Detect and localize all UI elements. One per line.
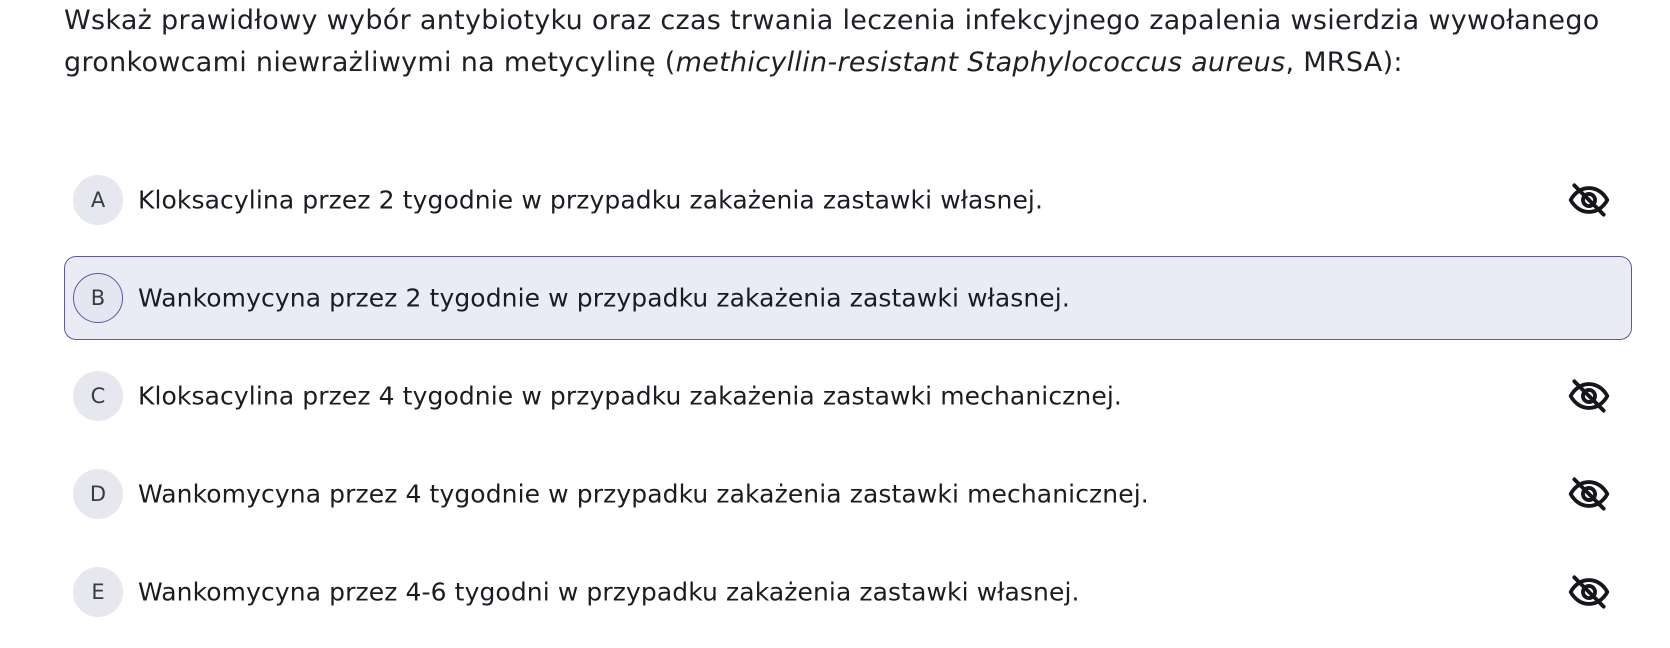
option-a[interactable]: A Kloksacylina przez 2 tygodnie w przypa… — [64, 158, 1632, 242]
option-letter: D — [73, 469, 123, 519]
option-letter: C — [73, 371, 123, 421]
question-latin-term: methicyllin-resistant Staphylococcus aur… — [675, 47, 1286, 78]
option-c[interactable]: C Kloksacylina przez 4 tygodnie w przypa… — [64, 354, 1632, 438]
option-label: Wankomycyna przez 4 tygodnie w przypadku… — [138, 479, 1149, 509]
eye-off-icon[interactable] — [1567, 570, 1611, 614]
option-label: Wankomycyna przez 2 tygodnie w przypadku… — [138, 283, 1070, 313]
option-d[interactable]: D Wankomycyna przez 4 tygodnie w przypad… — [64, 452, 1632, 536]
answer-options: A Kloksacylina przez 2 tygodnie w przypa… — [64, 158, 1632, 648]
eye-off-icon[interactable] — [1567, 374, 1611, 418]
question-text-after: , MRSA): — [1285, 47, 1403, 78]
option-label: Kloksacylina przez 2 tygodnie w przypadk… — [138, 185, 1044, 215]
eye-off-icon[interactable] — [1567, 472, 1611, 516]
question-text: Wskaż prawidłowy wybór antybiotyku oraz … — [64, 0, 1624, 84]
eye-off-icon[interactable] — [1567, 178, 1611, 222]
option-letter: A — [73, 175, 123, 225]
option-b[interactable]: B Wankomycyna przez 2 tygodnie w przypad… — [64, 256, 1632, 340]
option-e[interactable]: E Wankomycyna przez 4-6 tygodni w przypa… — [64, 550, 1632, 634]
option-label: Wankomycyna przez 4-6 tygodni w przypadk… — [138, 577, 1080, 607]
option-letter: E — [73, 567, 123, 617]
option-letter: B — [73, 273, 123, 323]
option-label: Kloksacylina przez 4 tygodnie w przypadk… — [138, 381, 1122, 411]
